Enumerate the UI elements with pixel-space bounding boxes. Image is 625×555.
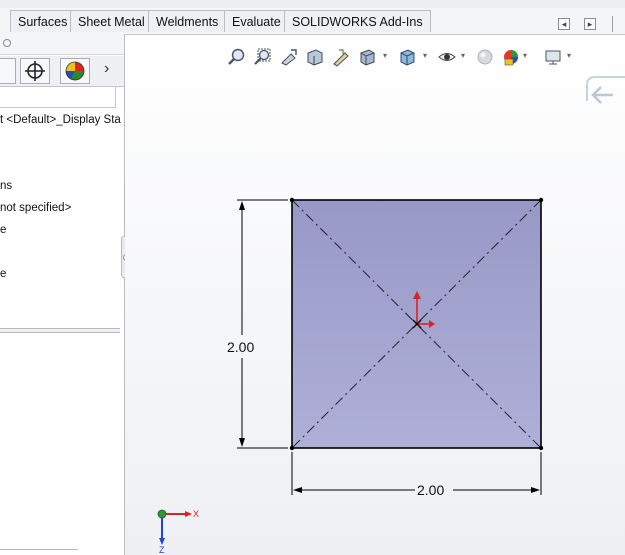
tab-evaluate[interactable]: Evaluate [224, 10, 289, 32]
tree-item-material[interactable]: not specified> [0, 202, 71, 214]
tab-sheet-metal[interactable]: Sheet Metal [70, 10, 153, 32]
corner-point-bottom-left[interactable] [289, 445, 295, 451]
tab-scroll-left-button[interactable]: ◂ [558, 18, 570, 30]
panel-tab-icons: › [0, 56, 124, 87]
reference-triad-icon: X Z [157, 509, 199, 555]
feature-manager-panel: › t <Default>_Display Sta ns not specifi… [0, 34, 125, 555]
panel-bottom-line [0, 549, 78, 550]
tab-weldments[interactable]: Weldments [148, 10, 227, 32]
display-manager-tab[interactable] [60, 58, 90, 84]
tabstrip-top-border [0, 0, 625, 8]
panel-split-divider[interactable] [0, 328, 120, 333]
dimxpert-manager-tab[interactable] [20, 58, 50, 84]
crosshair-icon [25, 61, 45, 81]
appearance-pie-icon [65, 61, 85, 81]
feature-tree-filter[interactable] [0, 86, 116, 108]
panel-header [0, 34, 124, 55]
tree-item-right-plane[interactable]: e [0, 268, 6, 280]
corner-point-top-left[interactable] [289, 197, 295, 203]
tab-scroll-right-button[interactable]: ▸ [584, 18, 596, 30]
tabstrip-separator [612, 16, 613, 32]
tab-surfaces[interactable]: Surfaces [10, 10, 76, 32]
vertical-dimension[interactable]: 2.00 [227, 199, 288, 449]
panel-more-arrow[interactable]: › [104, 60, 109, 78]
horizontal-dimension[interactable]: 2.00 [291, 452, 542, 498]
vertical-dimension-value[interactable]: 2.00 [227, 339, 254, 355]
tree-item-annotations[interactable]: ns [0, 180, 12, 192]
tree-item-front-plane[interactable]: e [0, 224, 6, 236]
triad-x-label: X [193, 509, 199, 519]
triad-z-label: Z [159, 545, 165, 555]
horizontal-dimension-value[interactable]: 2.00 [417, 482, 444, 498]
command-manager-tabs: Surfaces Sheet Metal Weldments Evaluate … [0, 0, 625, 35]
corner-point-bottom-right[interactable] [538, 445, 544, 451]
tree-item-configuration[interactable]: t <Default>_Display Sta [0, 114, 121, 126]
sketch-canvas: 2.00 2.00 X Z [157, 197, 544, 555]
graphics-area[interactable]: ▾ ▾ ▾ ▾ ▾ 2.00 2.00 X Z [125, 35, 625, 555]
corner-point-top-right[interactable] [538, 197, 544, 203]
panel-pin-icon[interactable] [3, 39, 11, 47]
configuration-manager-tab[interactable] [0, 58, 16, 84]
tab-solidworks-add-ins[interactable]: SOLIDWORKS Add-Ins [284, 10, 431, 32]
